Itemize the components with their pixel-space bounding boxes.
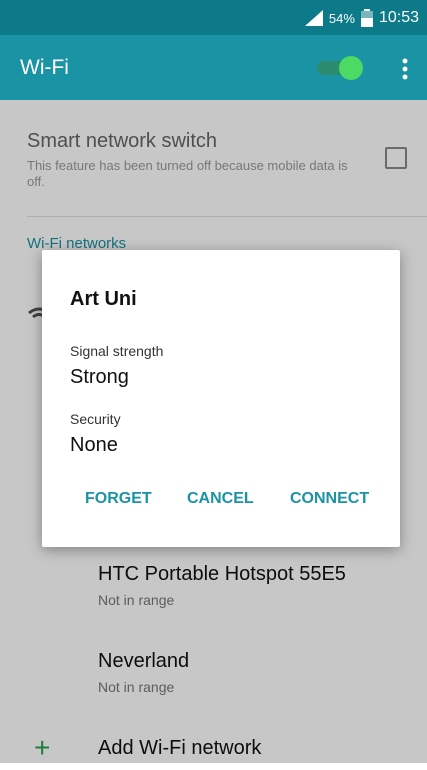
dialog-title: Art Uni	[70, 288, 137, 310]
status-bar: 54% 10:53	[0, 0, 427, 35]
cancel-button[interactable]: CANCEL	[187, 490, 254, 508]
signal-icon	[304, 10, 323, 26]
signal-strength-value: Strong	[70, 366, 129, 388]
wifi-toggle[interactable]	[317, 56, 363, 80]
battery-icon	[360, 9, 373, 27]
security-value: None	[70, 434, 118, 456]
signal-strength-label: Signal strength	[70, 343, 164, 359]
page-title: Wi-Fi	[20, 56, 69, 79]
connect-button[interactable]: CONNECT	[290, 490, 369, 508]
more-options-icon[interactable]	[395, 56, 415, 82]
toggle-knob	[339, 56, 363, 80]
forget-button[interactable]: FORGET	[85, 490, 152, 508]
status-icons: 54% 10:53	[304, 8, 419, 28]
security-label: Security	[70, 411, 121, 427]
network-details-dialog: Art Uni Signal strength Strong Security …	[42, 250, 400, 547]
clock: 10:53	[378, 9, 419, 26]
battery-percent: 54%	[328, 10, 355, 26]
